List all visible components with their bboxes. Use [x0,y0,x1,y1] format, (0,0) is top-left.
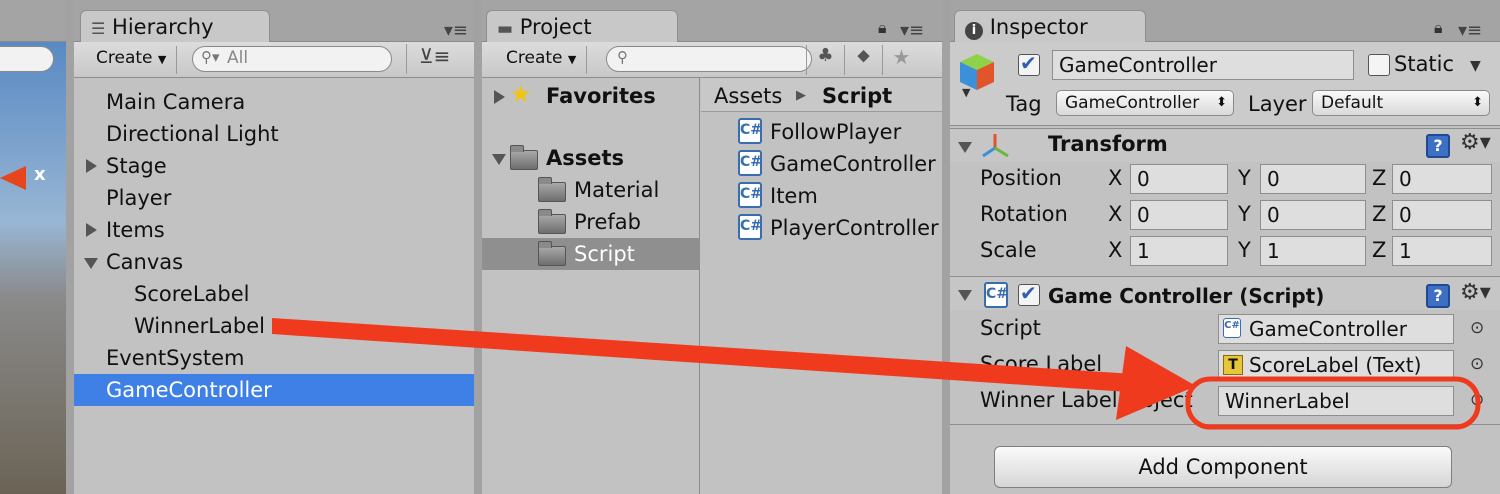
annotation-overlay [272,318,1481,430]
annotation-highlight-oval [1185,376,1481,430]
annotation-arrowhead-icon [1116,346,1196,420]
annotation-arrow-icon [272,318,1134,392]
